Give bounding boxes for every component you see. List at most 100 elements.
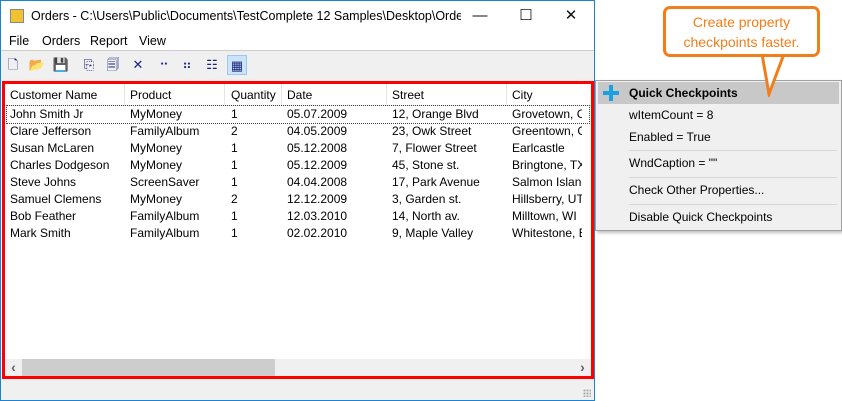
delete-icon: ✕ bbox=[132, 57, 144, 72]
table-cell: Susan McLaren bbox=[10, 141, 95, 155]
menu-file[interactable]: File bbox=[9, 34, 29, 48]
table-row[interactable]: Steve Johns ScreenSaver 1 04.04.2008 17, Par… bbox=[7, 174, 589, 191]
table-cell: Greentown, CA bbox=[512, 124, 582, 138]
table-row[interactable]: Susan McLaren MyMoney 1 05.12.2008 7, Flower… bbox=[7, 140, 589, 157]
table-cell: 12.03.2010 bbox=[287, 209, 348, 223]
table-cell: ScreenSaver bbox=[130, 175, 200, 189]
maximize-button[interactable]: ☐ bbox=[503, 1, 549, 31]
table-cell: 3, Garden st. bbox=[392, 192, 462, 206]
table-cell: 9, Maple Valley bbox=[392, 226, 474, 240]
scroll-left-button[interactable]: ‹ bbox=[5, 359, 22, 376]
table-cell: John Smith Jr bbox=[10, 107, 84, 121]
table-cell: Hillsberry, UT bbox=[512, 192, 582, 206]
list-view-icon: ☷ bbox=[206, 57, 218, 72]
save-button[interactable]: 💾 bbox=[51, 55, 71, 75]
table-cell: 45, Stone st. bbox=[392, 158, 460, 172]
properties-button[interactable]: 🗐 bbox=[103, 55, 123, 75]
table-cell: 04.05.2009 bbox=[287, 124, 348, 138]
menu-item-disable-quick-checkpoints[interactable]: Disable Quick Checkpoints bbox=[598, 206, 839, 228]
quick-checkpoints-menu: Quick Checkpoints wItemCount = 8 Enabled… bbox=[595, 80, 842, 231]
menu-item-enabled[interactable]: Enabled = True bbox=[598, 126, 839, 148]
table-cell: 23, Owk Street bbox=[392, 124, 472, 138]
table-row[interactable]: Samuel Clemens MyMoney 2 12.12.2009 3, Garde… bbox=[7, 191, 589, 208]
table-cell: Earlcastle bbox=[512, 141, 565, 155]
orders-list-view[interactable]: Customer Name Product Quantity Date Street Ci… bbox=[2, 81, 594, 379]
delete-button[interactable]: ✕ bbox=[128, 55, 148, 75]
table-row[interactable]: Mark Smith FamilyAlbum 1 02.02.2010 9, Maple… bbox=[7, 225, 589, 242]
toolbar: 🗋 📂 💾 ⎘ 🗐 ✕ ⠒ ⠶ ☷ ▦ bbox=[1, 52, 594, 77]
resize-grip-icon[interactable] bbox=[583, 389, 591, 397]
callout-line-1: Create property bbox=[692, 14, 791, 30]
column-separator[interactable] bbox=[224, 84, 225, 106]
menu-item-witemcount[interactable]: wItemCount = 8 bbox=[598, 104, 839, 126]
table-cell: Samuel Clemens bbox=[10, 192, 102, 206]
table-cell: Bob Feather bbox=[10, 209, 77, 223]
menu-view[interactable]: View bbox=[139, 34, 166, 48]
table-cell: 7, Flower Street bbox=[392, 141, 477, 155]
table-cell: Milltown, WI bbox=[512, 209, 577, 223]
table-row[interactable]: John Smith Jr MyMoney 1 05.07.2009 12, Orang… bbox=[6, 105, 590, 124]
horizontal-scrollbar[interactable]: ‹ › bbox=[5, 359, 591, 376]
open-button[interactable]: 📂 bbox=[27, 55, 47, 75]
list-view-button[interactable]: ☷ bbox=[202, 55, 222, 75]
table-row[interactable]: Charles Dodgeson MyMoney 1 05.12.2009 45, St… bbox=[7, 157, 589, 174]
table-cell: 1 bbox=[231, 158, 238, 172]
table-cell: Salmon Island bbox=[512, 175, 582, 189]
table-cell: MyMoney bbox=[130, 158, 183, 172]
callout-tooltip: Create property checkpoints faster. bbox=[663, 6, 820, 57]
column-header[interactable]: Quantity bbox=[231, 88, 276, 102]
copy-icon: ⎘ bbox=[83, 57, 95, 72]
table-cell: Clare Jefferson bbox=[10, 124, 92, 138]
table-cell: FamilyAlbum bbox=[130, 209, 200, 223]
column-header[interactable]: Product bbox=[130, 88, 171, 102]
table-cell: 12, Orange Blvd bbox=[392, 107, 479, 121]
details-view-icon: ▦ bbox=[230, 58, 244, 73]
large-buttons-view-icon[interactable]: ⠒ bbox=[154, 55, 174, 75]
status-bar bbox=[1, 379, 594, 400]
menu-separator bbox=[629, 204, 837, 205]
scroll-right-button[interactable]: › bbox=[574, 359, 591, 376]
column-separator[interactable] bbox=[386, 84, 387, 106]
app-icon bbox=[10, 9, 24, 23]
small-icons-view-icon: ⠶ bbox=[182, 57, 192, 72]
table-row[interactable]: Bob Feather FamilyAlbum 1 12.03.2010 14, Nor… bbox=[7, 208, 589, 225]
table-cell: Whitestone, British bbox=[512, 226, 582, 240]
column-separator[interactable] bbox=[506, 84, 507, 106]
column-header[interactable]: Date bbox=[287, 88, 312, 102]
menu-separator bbox=[629, 150, 837, 151]
column-header[interactable]: City bbox=[512, 88, 533, 102]
close-button[interactable]: ✕ bbox=[548, 1, 594, 31]
window-title: Orders - C:\Users\Public\Documents\TestC… bbox=[31, 9, 461, 23]
table-cell: 2 bbox=[231, 192, 238, 206]
table-cell: MyMoney bbox=[130, 192, 183, 206]
small-buttons-view-icon[interactable]: ⠶ bbox=[177, 55, 197, 75]
table-cell: FamilyAlbum bbox=[130, 226, 200, 240]
menu-item-quick-checkpoints[interactable]: Quick Checkpoints bbox=[598, 82, 839, 104]
minimize-button[interactable]: — bbox=[457, 1, 503, 31]
column-separator[interactable] bbox=[124, 84, 125, 106]
menu-orders[interactable]: Orders bbox=[42, 34, 80, 48]
menu-item-check-other-properties[interactable]: Check Other Properties... bbox=[598, 179, 839, 201]
table-cell: FamilyAlbum bbox=[130, 124, 200, 138]
menu-bar: File Orders Report View bbox=[1, 31, 594, 51]
column-header[interactable]: Customer Name bbox=[10, 88, 97, 102]
menu-report[interactable]: Report bbox=[90, 34, 128, 48]
column-header[interactable]: Street bbox=[392, 88, 424, 102]
menu-item-label: Quick Checkpoints bbox=[629, 86, 738, 100]
callout-pointer bbox=[760, 52, 787, 97]
table-cell: 1 bbox=[231, 141, 238, 155]
title-bar[interactable]: Orders - C:\Users\Public\Documents\TestC… bbox=[1, 1, 594, 31]
table-cell: 1 bbox=[231, 175, 238, 189]
table-row[interactable]: Clare Jefferson FamilyAlbum 2 04.05.2009 23,… bbox=[7, 123, 589, 140]
scroll-thumb[interactable] bbox=[22, 359, 275, 376]
new-button[interactable]: 🗋 bbox=[3, 55, 23, 75]
table-cell: 12.12.2009 bbox=[287, 192, 348, 206]
copy-button[interactable]: ⎘ bbox=[79, 55, 99, 75]
open-icon: 📂 bbox=[28, 57, 46, 72]
menu-item-wndcaption[interactable]: WndCaption = "" bbox=[598, 152, 839, 174]
column-separator[interactable] bbox=[281, 84, 282, 106]
details-view-button[interactable]: ▦ bbox=[227, 55, 247, 75]
table-cell: 04.04.2008 bbox=[287, 175, 348, 189]
large-icons-view-icon: ⠒ bbox=[159, 57, 169, 72]
table-cell: 05.12.2009 bbox=[287, 158, 348, 172]
